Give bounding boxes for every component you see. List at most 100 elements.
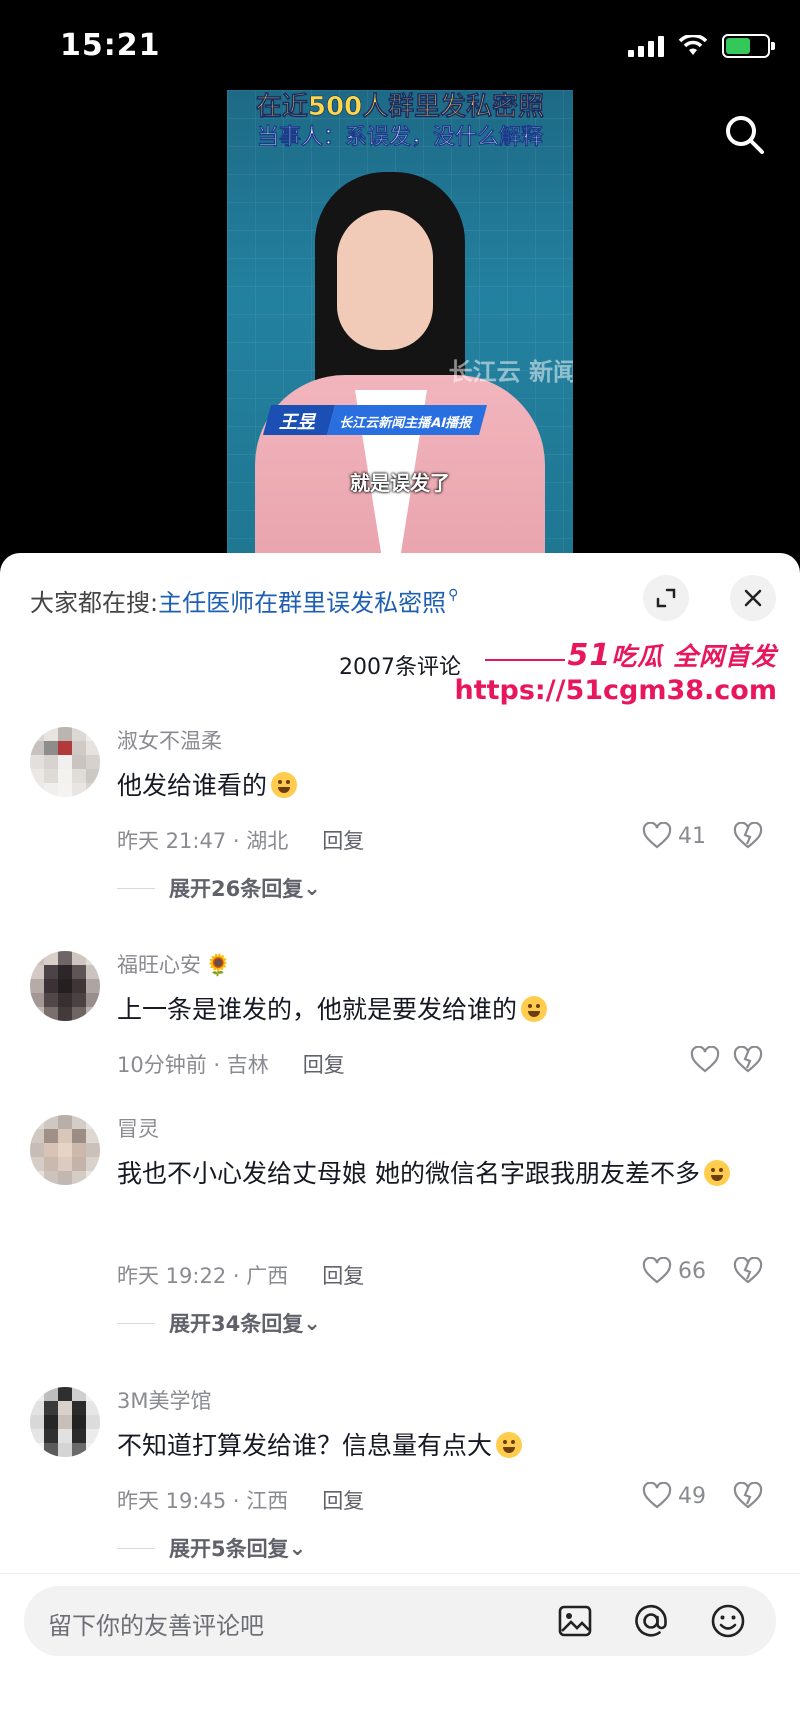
comment-input[interactable]: 留下你的友善评论吧 bbox=[24, 1586, 776, 1656]
dislike-heart-icon[interactable] bbox=[733, 1046, 763, 1074]
chevron-down-icon: ⌄ bbox=[303, 1311, 321, 1335]
promo-url: https://51cgm38.com bbox=[454, 675, 777, 706]
promo-watermark: 51吃瓜 全网首发 https://51cgm38.com bbox=[454, 637, 785, 717]
emoji-icon[interactable] bbox=[709, 1602, 747, 1640]
at-icon[interactable] bbox=[632, 1602, 670, 1640]
chevron-down-icon: ⌄ bbox=[303, 876, 321, 900]
expand-replies-label: 展开26条回复 bbox=[169, 877, 304, 901]
grinning-sweat-emoji-icon bbox=[496, 1432, 523, 1458]
avatar[interactable] bbox=[30, 727, 100, 797]
hot-search-query[interactable]: 主任医师在群里误发私密照 bbox=[158, 583, 446, 618]
comment-username[interactable]: 冒灵 bbox=[117, 1113, 159, 1143]
anchor-title: 长江云新闻主播AI播报 bbox=[326, 405, 487, 435]
comment-time-location: 昨天 21:47 · 湖北 bbox=[117, 829, 289, 853]
dislike-heart-icon[interactable] bbox=[733, 1482, 763, 1510]
expand-button[interactable] bbox=[643, 575, 689, 621]
comment-meta: 昨天 21:47 · 湖北 回复 bbox=[117, 825, 364, 855]
comment-username-text: 福旺心安 bbox=[117, 953, 201, 977]
promo-line bbox=[485, 659, 565, 661]
video-watermark: 长江云 新闻 bbox=[448, 358, 573, 386]
avatar[interactable] bbox=[30, 1115, 100, 1185]
heart-icon bbox=[642, 1257, 672, 1284]
reply-button[interactable]: 回复 bbox=[322, 1260, 364, 1290]
anchor-name: 王昱 bbox=[262, 405, 336, 435]
small-search-icon: ⚲ bbox=[448, 586, 459, 603]
promo-brand: 51吃瓜 全网首发 bbox=[568, 637, 777, 673]
comment-meta: 10分钟前 · 吉林 回复 bbox=[117, 1049, 345, 1079]
comment-text-content: 我也不小心发给丈母娘 她的微信名字跟我朋友差不多 bbox=[117, 1159, 700, 1188]
battery-icon bbox=[722, 34, 775, 58]
grinning-sweat-emoji-icon bbox=[703, 1160, 730, 1186]
crying-laughing-emoji-icon bbox=[271, 772, 298, 798]
promo-brand-text: 吃瓜 全网首发 bbox=[611, 642, 777, 671]
heart-icon bbox=[642, 1482, 672, 1509]
hot-search-prefix: 大家都在搜: bbox=[30, 589, 159, 617]
comment-item: 3M美学馆 不知道打算发给谁？信息量有点大 昨天 19:45 · 江西 回复 4… bbox=[0, 1385, 800, 1600]
comment-text: 我也不小心发给丈母娘 她的微信名字跟我朋友差不多 bbox=[117, 1151, 757, 1197]
comment-time-location: 10分钟前 · 吉林 bbox=[117, 1053, 269, 1077]
comment-item: 淑女不温柔 他发给谁看的 昨天 21:47 · 湖北 回复 41 展开26条回复… bbox=[0, 725, 800, 945]
dislike-heart-icon[interactable] bbox=[733, 1257, 763, 1285]
hot-search-link[interactable]: 大家都在搜: 主任医师在群里误发私密照 ⚲ bbox=[30, 583, 458, 618]
expand-replies-label: 展开5条回复 bbox=[169, 1537, 289, 1561]
comments-sheet: 大家都在搜: 主任医师在群里误发私密照 ⚲ 2007条评论 51吃瓜 全网首发 … bbox=[0, 553, 800, 1731]
status-time: 15:21 bbox=[60, 28, 161, 63]
reply-button[interactable]: 回复 bbox=[322, 1485, 364, 1515]
anchor-face bbox=[337, 210, 433, 350]
close-button[interactable] bbox=[730, 575, 776, 621]
comment-username[interactable]: 淑女不温柔 bbox=[117, 725, 222, 755]
comment-input-placeholder: 留下你的友善评论吧 bbox=[48, 1612, 264, 1640]
expand-replies-button[interactable]: 展开26条回复 ⌄ bbox=[117, 873, 321, 903]
comment-time-location: 昨天 19:22 · 广西 bbox=[117, 1264, 289, 1288]
like-count: 49 bbox=[678, 1483, 706, 1509]
heart-icon bbox=[642, 822, 672, 849]
comment-input-bar: 留下你的友善评论吧 bbox=[0, 1573, 800, 1731]
like-button[interactable]: 49 bbox=[642, 1482, 706, 1510]
chevron-down-icon: ⌄ bbox=[288, 1536, 307, 1560]
video-headline-1: 在近500人群里发私密照 bbox=[255, 92, 545, 123]
close-icon bbox=[744, 589, 762, 607]
expand-replies-button[interactable]: 展开5条回复 ⌄ bbox=[117, 1533, 306, 1563]
status-icons bbox=[628, 34, 775, 58]
wifi-icon bbox=[678, 35, 708, 55]
search-icon[interactable] bbox=[722, 112, 766, 156]
heart-icon bbox=[690, 1046, 720, 1073]
comment-text-content: 他发给谁看的 bbox=[117, 771, 268, 800]
dislike-heart-icon[interactable] bbox=[733, 822, 763, 850]
comment-username[interactable]: 3M美学馆 bbox=[117, 1385, 211, 1415]
like-button[interactable] bbox=[690, 1046, 720, 1074]
name-plate: 王昱 长江云新闻主播AI播报 bbox=[262, 405, 487, 435]
video-headline: 在近500人群里发私密照 当事人：系误发，没什么解释 bbox=[227, 90, 573, 152]
status-bar: 15:21 bbox=[0, 0, 800, 90]
avatar[interactable] bbox=[30, 1387, 100, 1457]
avatar[interactable] bbox=[30, 951, 100, 1021]
embarrassed-emoji-icon bbox=[521, 996, 548, 1022]
video-subtitle: 就是误发了 bbox=[350, 471, 450, 495]
sunflower-icon: 🌻 bbox=[205, 953, 232, 977]
comment-item: 福旺心安 🌻 上一条是谁发的，他就是要发给谁的 10分钟前 · 吉林 回复 bbox=[0, 949, 800, 1089]
comment-username[interactable]: 福旺心安 🌻 bbox=[117, 949, 231, 979]
expand-icon bbox=[656, 588, 676, 608]
reply-button[interactable]: 回复 bbox=[322, 825, 364, 855]
video-headline-2: 当事人：系误发，没什么解释 bbox=[256, 125, 544, 151]
comment-text: 不知道打算发给谁？信息量有点大 bbox=[117, 1423, 757, 1469]
promo-brand-number: 51 bbox=[567, 638, 612, 673]
image-icon[interactable] bbox=[556, 1602, 594, 1640]
signal-icon bbox=[628, 35, 664, 57]
expand-replies-label: 展开34条回复 bbox=[169, 1312, 304, 1336]
comment-text-content: 不知道打算发给谁？信息量有点大 bbox=[117, 1431, 493, 1460]
reply-button[interactable]: 回复 bbox=[303, 1049, 345, 1079]
like-button[interactable]: 66 bbox=[642, 1257, 706, 1285]
like-count: 66 bbox=[678, 1258, 706, 1284]
comment-meta: 昨天 19:45 · 江西 回复 bbox=[117, 1485, 364, 1515]
comment-text: 他发给谁看的 bbox=[117, 763, 757, 809]
comment-time-location: 昨天 19:45 · 江西 bbox=[117, 1489, 289, 1513]
like-count: 41 bbox=[678, 823, 706, 849]
comment-text-content: 上一条是谁发的，他就是要发给谁的 bbox=[117, 995, 518, 1024]
comment-item: 冒灵 我也不小心发给丈母娘 她的微信名字跟我朋友差不多 昨天 19:22 · 广… bbox=[0, 1113, 800, 1363]
comment-meta: 昨天 19:22 · 广西 回复 bbox=[117, 1260, 364, 1290]
expand-replies-button[interactable]: 展开34条回复 ⌄ bbox=[117, 1308, 321, 1338]
like-button[interactable]: 41 bbox=[642, 822, 706, 850]
video-player[interactable]: 长江云 新闻 在近500人群里发私密照 当事人：系误发，没什么解释 王昱 长江云… bbox=[227, 90, 573, 555]
comment-text: 上一条是谁发的，他就是要发给谁的 bbox=[117, 987, 757, 1033]
